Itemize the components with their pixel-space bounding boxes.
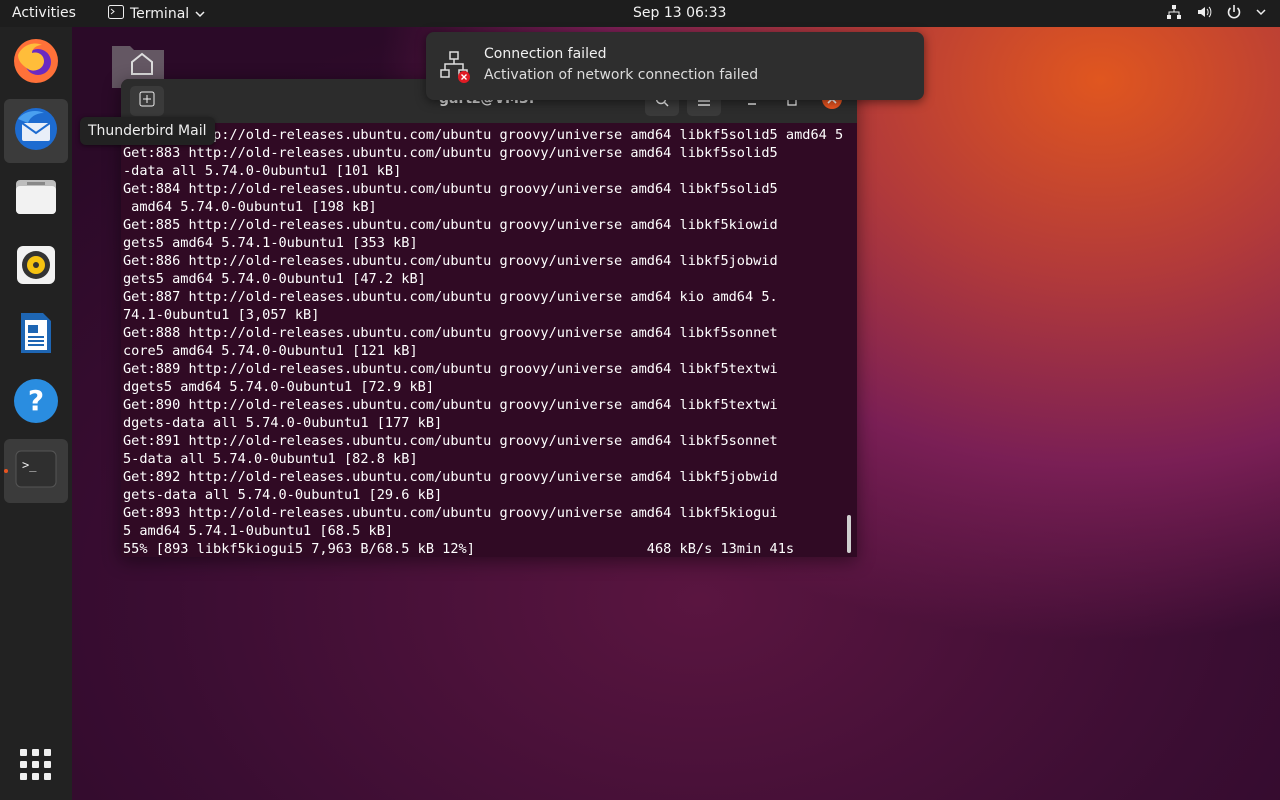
rhythmbox-launcher[interactable]	[4, 235, 68, 299]
terminal-window[interactable]: gartz@VM3: ~ Get:882 http://ol	[121, 79, 857, 557]
terminal-launcher[interactable]: >_	[4, 439, 68, 503]
thunderbird-launcher[interactable]	[4, 99, 68, 163]
terminal-line: dgets5 amd64 5.74.0-0ubuntu1 [72.9 kB]	[123, 379, 434, 395]
app-menu[interactable]: Terminal	[108, 5, 205, 23]
power-icon[interactable]	[1226, 4, 1242, 20]
terminal-line: -data all 5.74.0-0ubuntu1 [101 kB]	[123, 163, 402, 179]
new-tab-icon	[139, 91, 155, 111]
terminal-line: gets5 amd64 5.74.1-0ubuntu1 [353 kB]	[123, 235, 418, 251]
notification-banner[interactable]: Connection failed Activation of network …	[426, 32, 924, 100]
rhythmbox-icon	[13, 242, 59, 292]
svg-text:>_: >_	[22, 458, 37, 472]
show-applications-button[interactable]	[20, 749, 52, 781]
help-launcher[interactable]: ?	[4, 371, 68, 435]
terminal-line: Get:891 http://old-releases.ubuntu.com/u…	[123, 433, 778, 449]
network-icon[interactable]	[1166, 4, 1182, 20]
activities-button[interactable]: Activities	[12, 5, 76, 21]
terminal-line: 55% [893 libkf5kiogui5 7,963 B/68.5 kB 1…	[123, 541, 795, 556]
terminal-line: Get:887 http://old-releases.ubuntu.com/u…	[123, 289, 778, 305]
thunderbird-icon	[12, 105, 60, 157]
notification-title: Connection failed	[484, 46, 607, 62]
terminal-line: Get:883 http://old-releases.ubuntu.com/u…	[123, 145, 778, 161]
clock[interactable]: Sep 13 06:33	[633, 5, 726, 21]
notification-body: Activation of network connection failed	[484, 67, 759, 83]
firefox-icon	[12, 37, 60, 89]
terminal-line: Get:886 http://old-releases.ubuntu.com/u…	[123, 253, 778, 269]
terminal-line: Get:885 http://old-releases.ubuntu.com/u…	[123, 217, 778, 233]
terminal-scrollbar[interactable]	[847, 515, 851, 553]
app-menu-label: Terminal	[130, 6, 190, 22]
terminal-line: gets-data all 5.74.0-0ubuntu1 [29.6 kB]	[123, 487, 443, 503]
system-tray[interactable]	[1166, 4, 1266, 20]
terminal-line: dgets-data all 5.74.0-0ubuntu1 [177 kB]	[123, 415, 443, 431]
terminal-line: Get:882 http://old-releases.ubuntu.com/u…	[123, 127, 845, 143]
libreoffice-writer-icon	[13, 310, 59, 360]
new-tab-button[interactable]	[130, 86, 164, 116]
firefox-launcher[interactable]	[4, 31, 68, 95]
terminal-icon: >_	[13, 446, 59, 496]
top-bar: Activities Terminal Sep 13 06:33	[0, 0, 1280, 27]
terminal-line: 5 amd64 5.74.1-0ubuntu1 [68.5 kB]	[123, 523, 394, 539]
files-icon	[13, 174, 59, 224]
chevron-down-icon[interactable]	[1256, 8, 1266, 16]
files-launcher[interactable]	[4, 167, 68, 231]
terminal-line: 5-data all 5.74.0-0ubuntu1 [82.8 kB]	[123, 451, 418, 467]
terminal-output[interactable]: Get:882 http://old-releases.ubuntu.com/u…	[123, 126, 845, 556]
dock: ? >_	[0, 27, 72, 800]
terminal-line: core5 amd64 5.74.0-0ubuntu1 [121 kB]	[123, 343, 418, 359]
dock-tooltip: Thunderbird Mail	[80, 117, 215, 145]
terminal-line: gets5 amd64 5.74.0-0ubuntu1 [47.2 kB]	[123, 271, 426, 287]
terminal-line: 74.1-0ubuntu1 [3,057 kB]	[123, 307, 320, 323]
help-icon: ?	[12, 377, 60, 429]
terminal-line: Get:888 http://old-releases.ubuntu.com/u…	[123, 325, 778, 341]
terminal-small-icon	[108, 5, 124, 23]
libreoffice-writer-launcher[interactable]	[4, 303, 68, 367]
chevron-down-icon	[195, 6, 205, 22]
terminal-line: Get:884 http://old-releases.ubuntu.com/u…	[123, 181, 778, 197]
terminal-line: Get:893 http://old-releases.ubuntu.com/u…	[123, 505, 778, 521]
terminal-line: Get:889 http://old-releases.ubuntu.com/u…	[123, 361, 778, 377]
svg-text:?: ?	[28, 384, 44, 417]
running-indicator	[4, 469, 8, 473]
volume-icon[interactable]	[1196, 4, 1212, 20]
terminal-line: Get:892 http://old-releases.ubuntu.com/u…	[123, 469, 778, 485]
network-error-icon	[438, 50, 472, 84]
terminal-line: amd64 5.74.0-0ubuntu1 [198 kB]	[123, 199, 377, 215]
terminal-line: Get:890 http://old-releases.ubuntu.com/u…	[123, 397, 778, 413]
